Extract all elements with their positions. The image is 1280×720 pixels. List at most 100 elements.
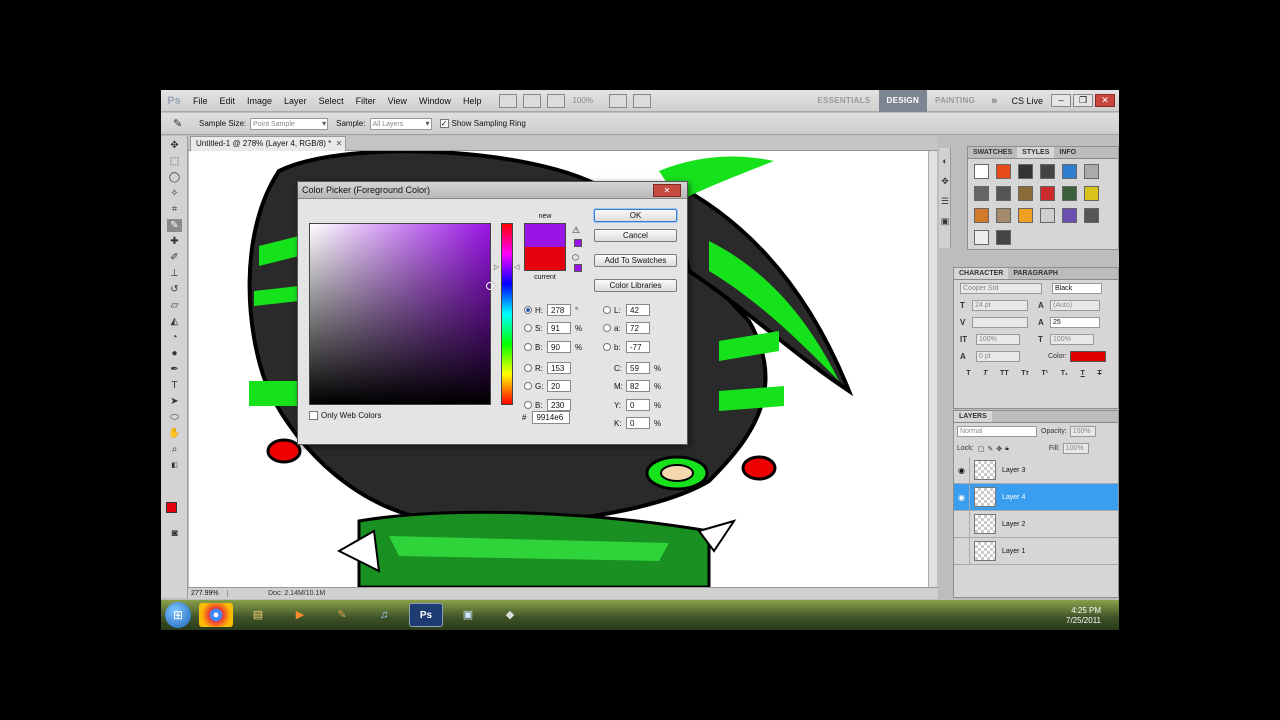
brightness-input[interactable]: 90 (547, 341, 571, 353)
sample-size-select[interactable]: Point Sample (250, 117, 329, 130)
menu-help[interactable]: Help (457, 90, 488, 112)
show-sampling-ring-checkbox[interactable]: ✓ (439, 119, 449, 128)
green-input[interactable]: 20 (547, 380, 571, 392)
font-style-select[interactable]: Black (1052, 283, 1102, 294)
workspace-painting[interactable]: PAINTING (927, 90, 983, 112)
status-zoom[interactable]: 277.99% (188, 590, 228, 597)
crop-tool-icon[interactable]: ⌗ (167, 203, 182, 216)
style-preset-3[interactable] (1018, 164, 1033, 179)
move-tool-icon[interactable]: ✥ (167, 139, 182, 152)
tab-swatches[interactable]: SWATCHES (968, 147, 1017, 158)
layer-row[interactable]: Layer 1 (954, 537, 1118, 565)
ok-button[interactable]: OK (594, 209, 677, 222)
style-preset-8[interactable] (996, 186, 1011, 201)
brightness-radio[interactable] (524, 343, 532, 351)
workspace-design[interactable]: DESIGN (878, 90, 928, 112)
style-preset-14[interactable] (996, 208, 1011, 223)
faux-italic-button[interactable]: T (983, 370, 987, 377)
cyan-input[interactable]: 59 (626, 362, 650, 374)
hue-slider[interactable] (501, 223, 513, 405)
adjustments-panel-icon[interactable]: ▣ (939, 216, 951, 228)
lab-l-radio[interactable] (603, 306, 611, 314)
layer-row[interactable]: Layer 2 (954, 510, 1118, 538)
style-preset-10[interactable] (1040, 186, 1055, 201)
layer-visibility-eye-icon[interactable]: ◉ (954, 456, 970, 484)
strikethrough-button[interactable]: T (1097, 370, 1101, 377)
more-workspaces-icon[interactable]: » (983, 90, 1005, 112)
hue-slider-arrow-left-icon[interactable]: ▷ (494, 263, 499, 271)
hex-input[interactable]: 9914e6 (532, 411, 571, 424)
superscript-button[interactable]: T¹ (1042, 370, 1049, 377)
cancel-button[interactable]: Cancel (594, 229, 677, 242)
layer-row[interactable]: ◉ Layer 4 (954, 483, 1118, 511)
paint-bucket-icon[interactable]: ◭ (167, 315, 182, 328)
magenta-input[interactable]: 82 (626, 380, 650, 392)
default-colors-icon[interactable]: ◧ (167, 459, 182, 472)
blue-radio[interactable] (524, 401, 532, 409)
menu-select[interactable]: Select (313, 90, 350, 112)
menu-edit[interactable]: Edit (214, 90, 242, 112)
lab-a-input[interactable]: 72 (626, 322, 650, 334)
cs-live-button[interactable]: CS Live (1005, 96, 1049, 106)
style-preset-1[interactable] (974, 164, 989, 179)
lab-b-radio[interactable] (603, 343, 611, 351)
chrome-icon[interactable]: ● (199, 603, 233, 627)
dialog-close-icon[interactable]: ✕ (653, 184, 681, 197)
itunes-icon[interactable]: ♫ (367, 603, 401, 627)
minimize-icon[interactable]: – (1051, 94, 1071, 107)
saturation-input[interactable]: 91 (547, 322, 571, 334)
color-libraries-button[interactable]: Color Libraries (594, 279, 677, 292)
sample-select[interactable]: All Layers (369, 117, 432, 130)
layer-visibility-eye-icon[interactable] (954, 510, 970, 538)
layer-visibility-eye-icon[interactable]: ◉ (954, 483, 970, 511)
leading-field[interactable]: (Auto) (1050, 300, 1100, 311)
blue-input[interactable]: 230 (547, 399, 571, 411)
workspace-essentials[interactable]: ESSENTIALS (809, 90, 878, 112)
style-preset-16[interactable] (1040, 208, 1055, 223)
gamut-color-chip[interactable] (574, 239, 582, 247)
history-brush-icon[interactable]: ↺ (167, 283, 182, 296)
hue-radio[interactable] (524, 306, 532, 314)
media-player-icon[interactable]: ▶ (283, 603, 317, 627)
lock-pixels-icon[interactable]: ✎ (987, 445, 993, 453)
tab-info[interactable]: INFO (1054, 147, 1081, 158)
quick-mask-icon[interactable]: ◙ (167, 527, 182, 540)
explorer-icon[interactable]: ▤ (241, 603, 275, 627)
lab-l-input[interactable]: 42 (626, 304, 650, 316)
baseline-shift-field[interactable]: 0 pt (976, 351, 1020, 362)
font-size-field[interactable]: 24 pt (972, 300, 1028, 311)
color-panel-icon[interactable]: ◐ (939, 156, 951, 168)
web-safe-warning-icon[interactable]: ⬡ (572, 253, 579, 262)
shape-tool-icon[interactable]: ⬭ (167, 411, 182, 424)
out-of-gamut-warning-icon[interactable]: ⚠ (572, 225, 580, 236)
hand-tool-icon[interactable]: ✋ (167, 427, 182, 440)
small-caps-button[interactable]: Tт (1021, 370, 1029, 377)
screen-recorder-icon[interactable]: ▣ (451, 603, 485, 627)
healing-brush-icon[interactable]: ✚ (167, 235, 182, 248)
eyedropper-tool-icon[interactable]: ✎ (167, 219, 182, 232)
layer-visibility-eye-icon[interactable] (954, 537, 970, 565)
style-preset-20[interactable] (996, 230, 1011, 245)
zoom-tool-icon[interactable]: ⌕ (167, 443, 182, 456)
lock-transparency-icon[interactable]: ▢ (978, 445, 985, 453)
menu-layer[interactable]: Layer (278, 90, 313, 112)
underline-button[interactable]: T (1080, 370, 1084, 377)
style-preset-4[interactable] (1040, 164, 1055, 179)
menu-image[interactable]: Image (241, 90, 278, 112)
text-color-swatch[interactable] (1069, 351, 1106, 362)
lock-all-icon[interactable]: 🔒︎ (1005, 445, 1009, 453)
menu-filter[interactable]: Filter (350, 90, 382, 112)
lab-a-radio[interactable] (603, 324, 611, 332)
style-preset-9[interactable] (1018, 186, 1033, 201)
restore-icon[interactable]: ❐ (1073, 94, 1093, 107)
brush-tool-icon[interactable]: ✐ (167, 251, 182, 264)
horizontal-scale-field[interactable]: 100% (1050, 334, 1094, 345)
lasso-tool-icon[interactable]: ◯ (167, 171, 182, 184)
saturation-brightness-field[interactable] (309, 223, 494, 405)
quick-select-tool-icon[interactable]: ✧ (167, 187, 182, 200)
blend-mode-select[interactable]: Normal (957, 426, 1037, 437)
tab-paragraph[interactable]: PARAGRAPH (1008, 268, 1063, 279)
style-preset-2[interactable] (996, 164, 1011, 179)
style-preset-5[interactable] (1062, 164, 1077, 179)
menu-window[interactable]: Window (413, 90, 457, 112)
